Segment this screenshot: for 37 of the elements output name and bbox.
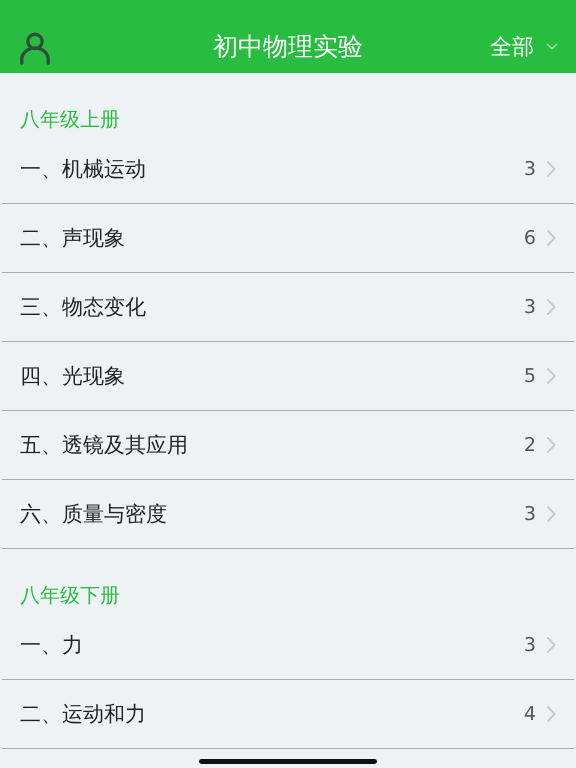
chevron-icon: [546, 229, 556, 247]
chapter-row[interactable]: 五、透镜及其应用 2: [2, 411, 574, 480]
section-title: 八年级下册: [19, 582, 121, 609]
page-title: 初中物理实验: [213, 31, 363, 63]
chevron-icon: [546, 160, 556, 178]
item-count: 3: [524, 503, 536, 525]
item-count: 3: [524, 296, 536, 318]
item-count: 6: [524, 227, 536, 249]
item-count: 3: [524, 634, 536, 656]
chapter-title: 二、声现象: [20, 225, 125, 252]
chevron-icon: [546, 298, 556, 316]
chapter-row[interactable]: 二、声现象 6: [2, 204, 574, 273]
chapter-row[interactable]: 六、质量与密度 3: [2, 480, 574, 549]
chevron-icon: [546, 705, 556, 723]
chapter-title: 一、机械运动: [20, 156, 146, 183]
caret-icon: [546, 43, 558, 50]
item-count: 5: [524, 365, 536, 387]
user-icon[interactable]: [18, 30, 52, 64]
chapter-row[interactable]: 三、物态变化 3: [2, 273, 574, 342]
chapter-row[interactable]: 四、光现象 5: [2, 342, 574, 411]
chapter-title: 三、物态变化: [20, 294, 146, 321]
chapter-title: 六、质量与密度: [20, 501, 167, 528]
chapter-title: 一、力: [20, 632, 83, 659]
chapter-row[interactable]: 一、机械运动 3: [2, 135, 574, 204]
chapter-title: 五、透镜及其应用: [20, 432, 188, 459]
item-count: 2: [524, 434, 536, 456]
section-title: 八年级上册: [19, 106, 121, 133]
chapter-row[interactable]: 一、力 3: [2, 611, 574, 680]
chevron-icon: [546, 367, 556, 385]
chapter-title: 四、光现象: [20, 363, 125, 390]
chevron-icon: [546, 436, 556, 454]
chapter-title: 二、运动和力: [20, 701, 146, 728]
item-count: 3: [524, 158, 536, 180]
chevron-icon: [546, 636, 556, 654]
chapter-row[interactable]: 二、运动和力 4: [2, 680, 574, 749]
item-count: 4: [524, 703, 536, 725]
chevron-icon: [546, 505, 556, 523]
